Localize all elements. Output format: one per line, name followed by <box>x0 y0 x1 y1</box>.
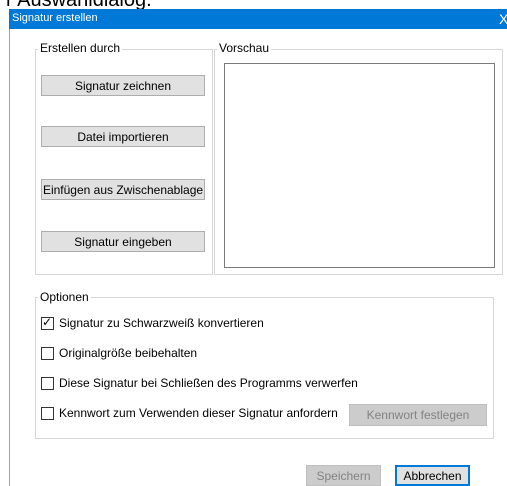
option-original-size[interactable]: Originalgröße beibehalten <box>41 345 197 361</box>
discard-on-close-checkbox[interactable] <box>41 376 54 390</box>
option-label: Signatur zu Schwarzweiß konvertieren <box>59 316 264 330</box>
cancel-button[interactable]: Abbrechen <box>395 465 470 486</box>
option-black-white[interactable]: ✓ Signatur zu Schwarzweiß konvertieren <box>41 315 264 331</box>
type-signature-button[interactable]: Signatur eingeben <box>41 231 205 252</box>
signature-preview-area <box>224 63 495 268</box>
options-group-label: Optionen <box>38 290 91 304</box>
set-password-button[interactable]: Kennwort festlegen <box>349 404 487 426</box>
option-label: Diese Signatur bei Schließen des Program… <box>59 376 358 390</box>
screen: r Auswahldialog. Signatur erstellen X Er… <box>0 0 507 486</box>
preview-group-label: Vorschau <box>217 41 272 55</box>
checkmark-icon: ✓ <box>42 314 53 329</box>
black-white-checkbox[interactable]: ✓ <box>41 314 54 330</box>
option-label: Originalgröße beibehalten <box>59 346 198 360</box>
save-button[interactable]: Speichern <box>306 465 381 486</box>
paste-clipboard-button[interactable]: Einfügen aus Zwischenablage <box>41 179 205 200</box>
option-require-password[interactable]: Kennwort zum Verwenden dieser Signatur a… <box>41 405 338 421</box>
original-size-checkbox[interactable] <box>41 346 54 360</box>
option-label: Kennwort zum Verwenden dieser Signatur a… <box>59 406 338 420</box>
draw-signature-button[interactable]: Signatur zeichnen <box>41 75 205 96</box>
dialog-left-edge <box>9 29 10 486</box>
create-group-label: Erstellen durch <box>38 41 123 55</box>
signature-dialog: Signatur erstellen X Erstellen durch Sig… <box>9 9 507 486</box>
option-discard-on-close[interactable]: Diese Signatur bei Schließen des Program… <box>41 375 358 391</box>
import-file-button[interactable]: Datei importieren <box>41 126 205 147</box>
close-icon[interactable]: X <box>499 10 507 28</box>
require-password-checkbox[interactable] <box>41 406 54 420</box>
dialog-titlebar[interactable]: Signatur erstellen X <box>9 9 507 29</box>
dialog-title: Signatur erstellen <box>12 12 98 24</box>
